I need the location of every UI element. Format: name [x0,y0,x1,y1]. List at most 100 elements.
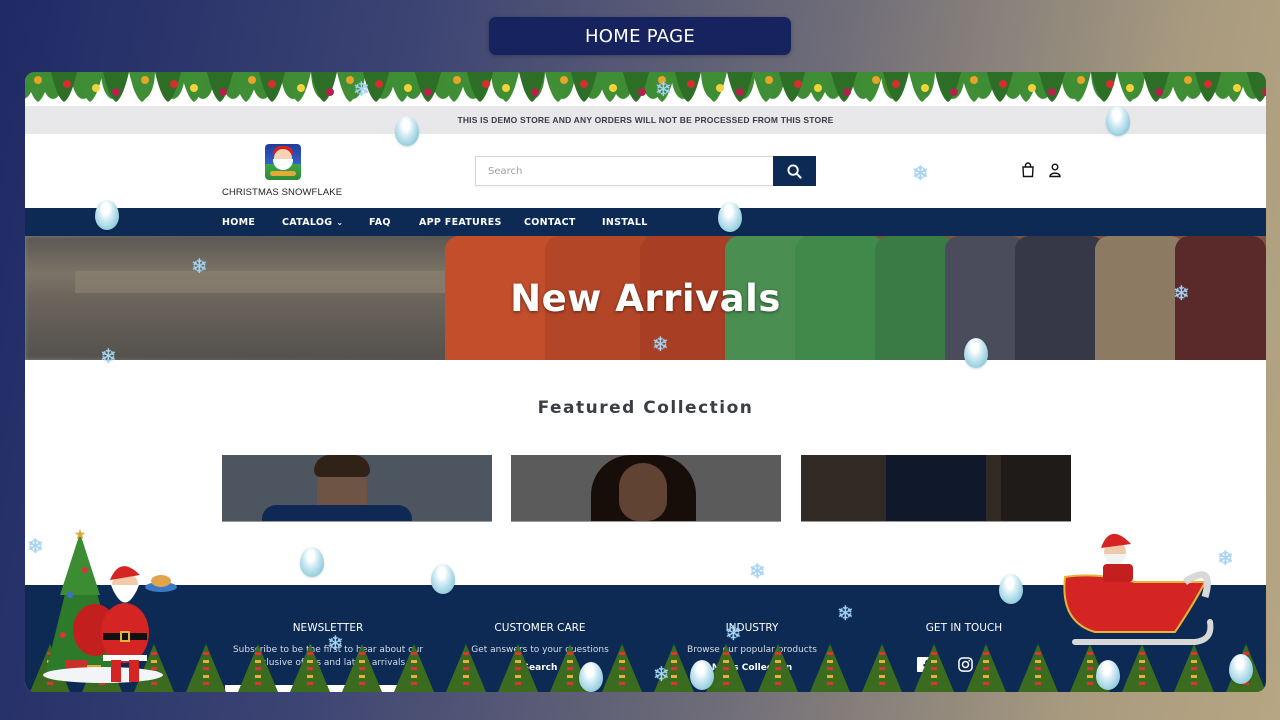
search-bar [475,156,816,186]
footer-customer-care: CUSTOMER CARE Get answers to your questi… [430,622,650,673]
snowflake-icon: ❄ [912,163,929,185]
nav-contact[interactable]: CONTACT [524,208,576,236]
snowflake-icon: ❄ [655,79,672,101]
footer-get-in-touch: GET IN TOUCH [854,622,1074,644]
garland-branch [129,72,155,102]
cart-icon[interactable] [1021,162,1035,178]
garland-branch [207,72,233,102]
garland-bauble [638,88,646,96]
card-overlay [511,455,781,521]
garland-branch [753,72,779,102]
garland-bauble [268,80,276,88]
collection-card[interactable] [801,455,1071,522]
garland-branch [779,72,805,102]
store-logo[interactable] [265,144,301,180]
snowflake-icon: ❄ [327,633,344,655]
instagram-icon[interactable] [958,657,973,672]
facebook-icon[interactable] [917,657,932,672]
garland-bauble [1028,84,1036,92]
garland-branch [155,72,181,102]
snowflake-icon: ❄ [653,664,670,686]
garland-branch [441,72,467,102]
garland-bauble [92,84,100,92]
nav-faq[interactable]: FAQ [369,208,391,236]
collection-card[interactable] [511,455,781,522]
garland-branch [233,72,259,102]
nav-catalog[interactable]: CATALOG ⌄ [282,208,343,236]
sleigh-body [1063,574,1207,633]
water-droplet-icon [300,547,324,577]
garland-branch [51,72,77,102]
garland-bauble [141,76,149,84]
hero-banner[interactable]: New Arrivals [25,236,1266,360]
footer-industry: INDUSTRY Browse our popular products Men… [642,622,862,673]
garland-bauble [765,76,773,84]
garland-branch [857,72,883,102]
garland-bauble [950,88,958,96]
snowflake-icon: ❄ [837,603,854,625]
garland-branch [103,72,129,102]
nav-app-features[interactable]: APP FEATURES [419,208,502,236]
main-nav: HOME CATALOG ⌄ FAQ APP FEATURES CONTACT … [25,208,1266,236]
garland-bauble [970,76,978,84]
star-icon: ★ [74,527,87,543]
nav-install[interactable]: INSTALL [602,208,648,236]
snowflake-icon: ❄ [191,256,208,278]
garland-branch [311,72,337,102]
garland-branch [935,72,961,102]
nav-home-label: HOME [222,216,256,228]
account-icon[interactable] [1048,162,1062,178]
water-droplet-icon [718,202,742,232]
ornament [67,592,73,598]
garland-bauble [170,80,178,88]
garland-branch [1247,72,1266,102]
garland-bauble [326,88,334,96]
water-droplet-icon [395,116,419,146]
pancakes [151,575,171,587]
santa-with-tree-decoration: ★ [43,527,177,683]
garland-bauble [999,80,1007,88]
garland-bauble [404,84,412,92]
garland-bauble [687,80,695,88]
garland-bauble [34,76,42,84]
footer-link-search[interactable]: Search [430,663,650,673]
search-button[interactable] [773,156,816,186]
snowflake-icon: ❄ [100,346,117,368]
card-overlay [801,455,1071,521]
collection-card[interactable] [222,455,492,522]
garland-bauble [794,80,802,88]
nav-faq-label: FAQ [369,216,391,228]
garland-branch [1169,72,1195,102]
santa-leg [129,660,139,682]
garland-bauble [482,80,490,88]
chevron-down-icon: ⌄ [336,217,344,227]
footer-tree [1018,644,1058,692]
garland-branch [1143,72,1169,102]
garland-bauble [609,84,617,92]
featured-collection-title: Featured Collection [537,398,754,418]
garland-bauble [112,88,120,96]
garland-bauble [297,84,305,92]
garland-branch [727,72,753,102]
garland-bauble [1077,76,1085,84]
water-droplet-icon [690,660,714,690]
garland-bauble [1233,84,1241,92]
nav-home[interactable]: HOME [222,208,255,236]
santa-body [1103,564,1133,582]
santa-belt [103,633,147,640]
garland-branch [519,72,545,102]
search-icon [787,163,802,179]
garland-branch [415,72,441,102]
card-overlay [222,455,492,521]
search-input[interactable] [475,156,773,186]
ornament [82,567,88,573]
newsletter-email-input[interactable] [225,685,400,692]
santa-coat-trim [103,655,147,661]
garland-bauble [63,80,71,88]
garland-bauble [1126,84,1134,92]
footer-link-mens-collection[interactable]: Mens Collection [642,663,862,673]
garland-bauble [453,76,461,84]
nav-install-label: INSTALL [602,216,648,228]
store-name[interactable]: CHRISTMAS SNOWFLAKE [222,187,342,198]
nav-catalog-label: CATALOG [282,216,333,228]
